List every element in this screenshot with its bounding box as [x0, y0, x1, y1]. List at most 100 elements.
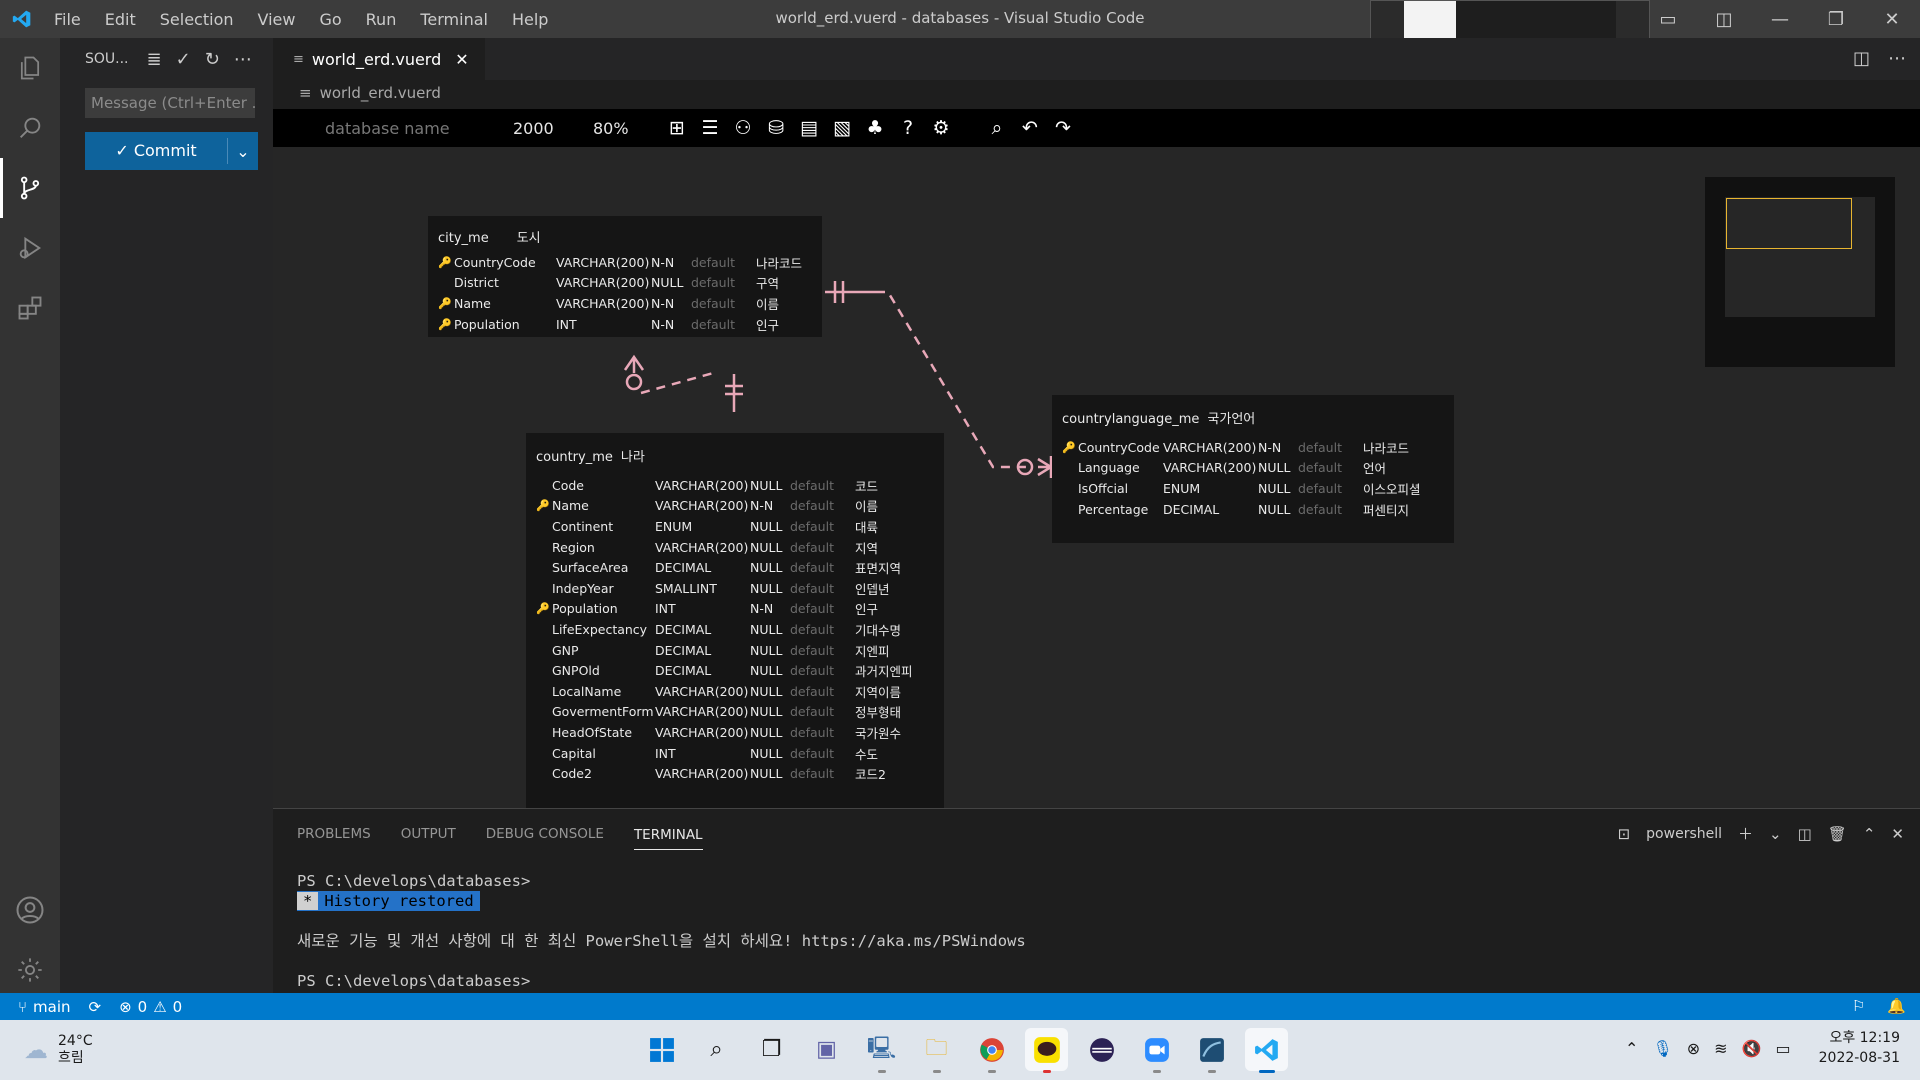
column-nullable[interactable]: NULL: [750, 478, 790, 493]
column-default[interactable]: default: [790, 643, 855, 658]
column-default[interactable]: default: [691, 275, 756, 290]
column-comment[interactable]: 언어: [1363, 458, 1433, 477]
more-actions-icon[interactable]: ⋯: [234, 49, 252, 70]
column-nullable[interactable]: NULL: [750, 560, 790, 575]
canvas-size-input[interactable]: 2000: [513, 119, 593, 138]
battery-icon[interactable]: ▭: [1776, 1039, 1791, 1058]
column-default[interactable]: default: [790, 622, 855, 637]
explorer-icon[interactable]: [0, 38, 60, 98]
zoom-icon[interactable]: [1135, 1028, 1178, 1073]
volume-muted-icon[interactable]: 🔇: [1742, 1039, 1762, 1058]
column-type[interactable]: INT: [655, 601, 750, 616]
table-comment[interactable]: 국가언어: [1207, 408, 1255, 427]
column-default[interactable]: default: [790, 601, 855, 616]
column-type[interactable]: VARCHAR(200): [655, 540, 750, 555]
table-column-row[interactable]: Code VARCHAR(200) NULL default 코드: [526, 475, 944, 496]
column-default[interactable]: default: [790, 684, 855, 699]
table-column-row[interactable]: District VARCHAR(200) NULL default 구역: [428, 273, 822, 294]
column-default[interactable]: default: [790, 581, 855, 596]
column-default[interactable]: default: [790, 560, 855, 575]
column-nullable[interactable]: N-N: [1258, 440, 1298, 455]
column-name[interactable]: Percentage: [1078, 502, 1163, 517]
column-type[interactable]: VARCHAR(200): [556, 275, 651, 290]
column-comment[interactable]: 이스오피셜: [1363, 479, 1433, 498]
column-name[interactable]: Population: [552, 601, 655, 616]
column-comment[interactable]: 대륙: [855, 517, 925, 536]
column-type[interactable]: VARCHAR(200): [655, 704, 750, 719]
table-column-row[interactable]: LifeExpectancy DECIMAL NULL default 기대수명: [526, 619, 944, 640]
column-comment[interactable]: 지엔피: [855, 641, 925, 660]
table-column-row[interactable]: 🔑 CountryCode VARCHAR(200) N-N default 나라코드: [428, 252, 822, 273]
task-view-icon[interactable]: ❐: [750, 1028, 793, 1071]
tab-close-icon[interactable]: ✕: [455, 50, 468, 69]
breadcrumb-file[interactable]: world_erd.vuerd: [320, 84, 441, 102]
erd-table-countrylanguage[interactable]: countrylanguage_me 국가언어 🔑 CountryCode VARC…: [1052, 395, 1454, 543]
column-comment[interactable]: 코드: [855, 476, 925, 495]
column-type[interactable]: VARCHAR(200): [655, 725, 750, 740]
run-debug-icon[interactable]: [0, 218, 60, 278]
feedback-icon[interactable]: ⚐: [1852, 997, 1865, 1015]
column-name[interactable]: Code2: [552, 766, 655, 781]
column-name[interactable]: CountryCode: [1078, 440, 1163, 455]
table-column-row[interactable]: IsOffcial ENUM NULL default 이스오피셜: [1052, 478, 1454, 499]
vscode-taskbar-icon[interactable]: [1245, 1028, 1288, 1073]
tab-problems[interactable]: PROBLEMS: [297, 826, 371, 842]
table-column-row[interactable]: HeadOfState VARCHAR(200) NULL default 국가원수: [526, 722, 944, 743]
column-nullable[interactable]: N-N: [750, 601, 790, 616]
column-default[interactable]: default: [790, 519, 855, 534]
layout-icon[interactable]: ◫: [1696, 9, 1752, 30]
column-nullable[interactable]: NULL: [750, 663, 790, 678]
column-nullable[interactable]: NULL: [750, 684, 790, 699]
remote-desktop-icon[interactable]: 🖳: [860, 1028, 903, 1073]
column-type[interactable]: VARCHAR(200): [655, 498, 750, 513]
table-column-row[interactable]: 🔑 Population INT N-N default 인구: [526, 599, 944, 620]
column-comment[interactable]: 정부형태: [855, 702, 925, 721]
table-comment[interactable]: 나라: [621, 446, 645, 465]
column-type[interactable]: SMALLINT: [655, 581, 750, 596]
export-file-icon[interactable]: ▧: [832, 117, 852, 139]
table-name[interactable]: country_me: [536, 450, 613, 465]
column-type[interactable]: DECIMAL: [655, 643, 750, 658]
column-nullable[interactable]: NULL: [1258, 460, 1298, 475]
column-comment[interactable]: 인구: [756, 315, 816, 334]
notifications-bell-icon[interactable]: 🔔: [1887, 997, 1906, 1015]
column-nullable[interactable]: NULL: [750, 746, 790, 761]
column-name[interactable]: GNPOld: [552, 663, 655, 678]
column-comment[interactable]: 기대수명: [855, 620, 925, 639]
column-comment[interactable]: 구역: [756, 273, 816, 292]
column-comment[interactable]: 나라코드: [756, 253, 816, 272]
column-comment[interactable]: 국가원수: [855, 723, 925, 742]
microphone-icon[interactable]: 🎙: [1652, 1039, 1672, 1058]
relationship-icon[interactable]: ⚇: [733, 117, 753, 139]
sync-icon[interactable]: ⟳: [89, 998, 102, 1016]
table-column-row[interactable]: 🔑 Population INT N-N default 인구: [428, 314, 822, 335]
erd-table-city[interactable]: city_me 도시 🔑 CountryCode VARCHAR(200) N-N de…: [428, 216, 822, 337]
column-default[interactable]: default: [1298, 460, 1363, 475]
column-name[interactable]: LocalName: [552, 684, 655, 699]
tab-output[interactable]: OUTPUT: [401, 826, 456, 842]
column-name[interactable]: District: [454, 275, 556, 290]
kill-terminal-trash-icon[interactable]: 🗑: [1828, 825, 1847, 843]
commit-message-input[interactable]: Message (Ctrl+Enter ...: [85, 88, 255, 118]
menu-edit[interactable]: Edit: [105, 10, 136, 29]
taskbar-search-icon[interactable]: ⌕: [695, 1028, 738, 1071]
column-default[interactable]: default: [790, 478, 855, 493]
column-type[interactable]: DECIMAL: [655, 663, 750, 678]
table-column-row[interactable]: IndepYear SMALLINT NULL default 인뎁년: [526, 578, 944, 599]
column-default[interactable]: default: [790, 766, 855, 781]
new-terminal-icon[interactable]: ＋: [1738, 823, 1753, 844]
settings-gear-icon[interactable]: [0, 940, 60, 1000]
menu-terminal[interactable]: Terminal: [420, 10, 488, 29]
column-nullable[interactable]: N-N: [651, 255, 691, 270]
erd-canvas[interactable]: city_me 도시 🔑 CountryCode VARCHAR(200) N-N de…: [273, 147, 1920, 811]
column-default[interactable]: default: [790, 540, 855, 555]
table-column-row[interactable]: Percentage DECIMAL NULL default 퍼센티지: [1052, 499, 1454, 520]
column-name[interactable]: GNP: [552, 643, 655, 658]
eclipse-icon[interactable]: [1080, 1028, 1123, 1071]
table-column-row[interactable]: Language VARCHAR(200) NULL default 언어: [1052, 458, 1454, 479]
menu-selection[interactable]: Selection: [160, 10, 234, 29]
column-comment[interactable]: 이름: [855, 496, 925, 515]
column-default[interactable]: default: [691, 255, 756, 270]
column-nullable[interactable]: NULL: [750, 581, 790, 596]
weather-widget[interactable]: ☁ 24°C 흐림: [24, 1033, 93, 1067]
